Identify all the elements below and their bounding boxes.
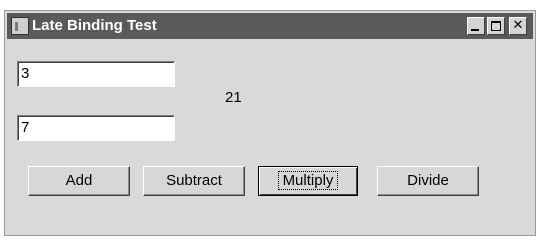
divide-button[interactable]: Divide (377, 166, 479, 196)
minimize-button[interactable] (467, 17, 485, 35)
multiply-button[interactable]: Multiply (258, 166, 358, 196)
maximize-icon (491, 21, 501, 31)
close-icon: ✕ (512, 18, 524, 33)
subtract-button[interactable]: Subtract (143, 166, 245, 196)
app-window: Late Binding Test ✕ 3 21 7 Add Subtract … (4, 10, 536, 236)
first-number-input[interactable]: 3 (17, 61, 175, 87)
minimize-icon (471, 29, 479, 31)
window-icon[interactable] (11, 17, 29, 35)
close-button[interactable]: ✕ (509, 17, 527, 35)
maximize-button[interactable] (487, 17, 505, 35)
title-bar[interactable]: Late Binding Test ✕ (7, 13, 533, 39)
window-title: Late Binding Test (32, 17, 157, 34)
add-button[interactable]: Add (28, 166, 130, 196)
result-label: 21 (225, 89, 242, 106)
second-number-input[interactable]: 7 (17, 115, 175, 141)
form-client-area: 3 21 7 Add Subtract Multiply Divide (7, 41, 533, 233)
multiply-button-label: Multiply (277, 171, 339, 190)
